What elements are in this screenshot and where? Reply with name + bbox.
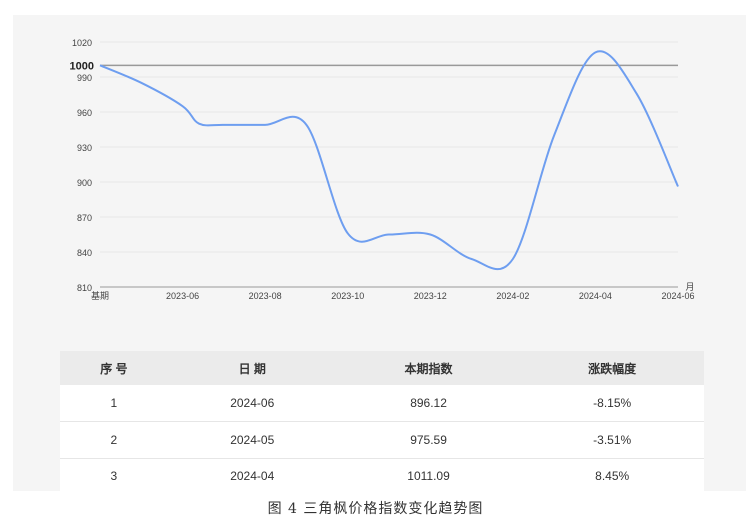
cell-change: -8.15% — [520, 385, 704, 422]
y-tick-label: 840 — [77, 248, 92, 258]
cell-value: 896.12 — [336, 385, 521, 422]
x-tick-label: 2024-04 — [579, 291, 612, 301]
y-tick-label: 990 — [77, 73, 92, 83]
cell-value: 1011.09 — [336, 458, 521, 493]
cell-date: 2024-05 — [167, 421, 337, 459]
x-tick-label: 基期 — [91, 290, 109, 301]
table-header-row: 序 号 日 期 本期指数 涨跌幅度 — [60, 351, 704, 385]
cell-date: 2024-06 — [167, 385, 337, 422]
cell-index: 2 — [60, 421, 168, 459]
cell-index: 3 — [60, 458, 168, 493]
table-row: 2 2024-05 975.59 -3.51% — [60, 421, 704, 459]
cell-date: 2024-04 — [167, 458, 337, 493]
table-row: 1 2024-06 896.12 -8.15% — [60, 385, 704, 422]
cell-change: 8.45% — [520, 458, 704, 493]
cell-value: 975.59 — [336, 421, 521, 459]
y-tick-label: 960 — [77, 108, 92, 118]
x-unit-label: 月 — [685, 282, 694, 292]
cell-index: 1 — [60, 385, 168, 422]
cell-change: -3.51% — [520, 421, 704, 459]
y-tick-label: 810 — [77, 283, 92, 293]
baseline-label: 1000 — [70, 60, 94, 72]
header-date: 日 期 — [167, 351, 337, 385]
index-data-table: 序 号 日 期 本期指数 涨跌幅度 1 2024-06 896.12 -8.15… — [60, 351, 704, 493]
figure-caption: 图 4 三角枫价格指数变化趋势图 — [267, 501, 484, 517]
header-change-rate: 涨跌幅度 — [520, 351, 704, 385]
series-line — [99, 50, 679, 271]
x-tick-label: 2024-02 — [496, 291, 529, 301]
y-tick-label: 1020 — [72, 38, 92, 48]
grid-lines — [100, 41, 678, 288]
y-tick-label: 870 — [77, 213, 92, 223]
y-tick-label: 930 — [77, 143, 92, 153]
x-tick-label: 2023-12 — [414, 291, 447, 301]
x-tick-label: 2023-08 — [249, 291, 282, 301]
header-index: 序 号 — [60, 351, 168, 385]
x-tick-label: 2023-06 — [166, 291, 199, 301]
series-line-layer — [99, 50, 679, 271]
header-current-index: 本期指数 — [336, 351, 521, 385]
x-tick-label: 2023-10 — [331, 291, 364, 301]
y-tick-label: 900 — [77, 178, 92, 188]
x-tick-label: 2024-06 — [661, 291, 694, 301]
table-row: 3 2024-04 1011.09 8.45% — [60, 458, 704, 493]
